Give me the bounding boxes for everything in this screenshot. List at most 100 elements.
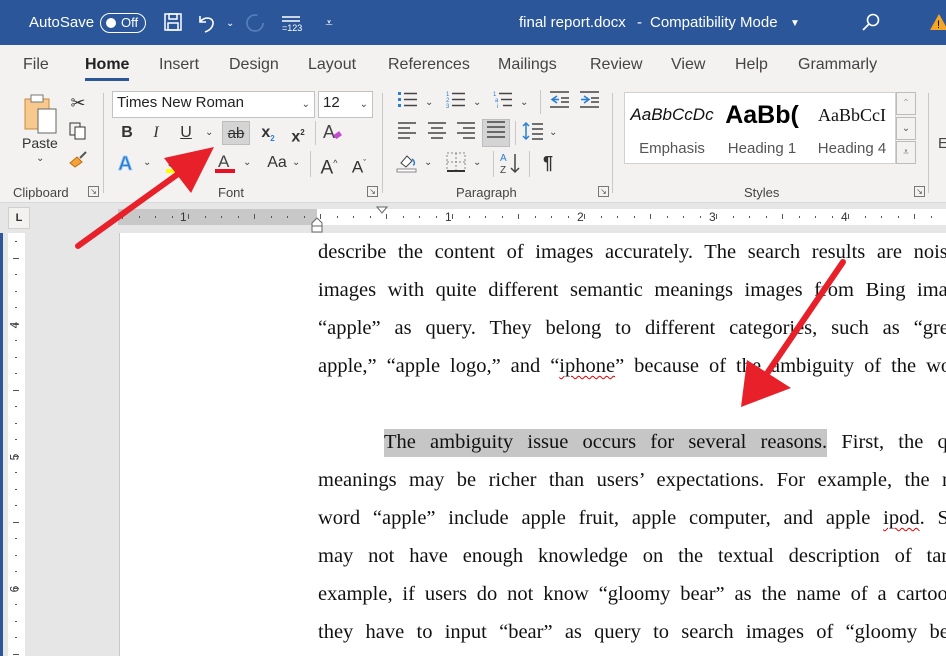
misspelled-word[interactable]: iphone	[559, 355, 615, 377]
borders-dropdown-icon[interactable]: ⌄	[473, 157, 481, 168]
numbering-dropdown-icon[interactable]: ⌄	[473, 97, 481, 108]
vertical-ruler[interactable]: 4 5 6	[7, 233, 25, 656]
paste-icon[interactable]	[22, 93, 60, 137]
shading-icon[interactable]	[394, 151, 420, 175]
text-line: they have to input “bear” as query to se…	[318, 621, 946, 643]
undo-dropdown-icon[interactable]: ⌄	[226, 18, 234, 29]
document-page[interactable]: describe the content of images accuratel…	[119, 233, 946, 656]
divider	[529, 151, 530, 177]
bullets-icon[interactable]	[395, 90, 421, 114]
customize-qat-icon[interactable]: ⩡	[318, 12, 340, 34]
underline-dropdown-icon[interactable]: ⌄	[205, 127, 213, 138]
ruler-tick	[13, 455, 19, 457]
cut-icon[interactable]: ✂	[65, 91, 91, 115]
show-formatting-marks-button[interactable]: ¶	[535, 151, 561, 175]
decrease-indent-icon[interactable]	[547, 90, 573, 114]
selected-text[interactable]: The ambiguity issue occurs for several r…	[384, 429, 828, 457]
tab-file[interactable]: File	[23, 56, 49, 74]
bullets-dropdown-icon[interactable]: ⌄	[425, 97, 433, 108]
style-heading-1[interactable]: AaBb( Heading 1	[717, 93, 807, 165]
increase-indent-icon[interactable]	[577, 90, 603, 114]
shrink-font-glyph: A	[351, 157, 364, 177]
align-right-icon[interactable]	[453, 121, 479, 145]
chevron-down-icon: ⌄	[359, 99, 368, 110]
font-name-dropdown[interactable]: Times New Roman ⌄	[112, 91, 315, 118]
title-dropdown-icon[interactable]: ▼	[790, 18, 800, 29]
underline-button[interactable]: U	[173, 121, 199, 145]
multilevel-dropdown-icon[interactable]: ⌄	[520, 97, 528, 108]
toggle-knob	[106, 18, 116, 28]
shading-dropdown-icon[interactable]: ⌄	[424, 157, 432, 168]
tab-selector[interactable]: L	[8, 207, 30, 229]
ruler-tick	[15, 356, 17, 358]
copy-icon[interactable]	[65, 121, 91, 145]
first-line-indent-marker[interactable]	[376, 206, 388, 216]
warning-icon[interactable]: !	[928, 12, 946, 34]
tab-mailings[interactable]: Mailings	[498, 56, 557, 74]
font-size-dropdown[interactable]: 12 ⌄	[318, 91, 373, 118]
tab-review[interactable]: Review	[590, 56, 642, 74]
grow-font-button[interactable]: A^	[316, 151, 342, 178]
align-left-icon[interactable]	[394, 121, 420, 145]
tab-design[interactable]: Design	[229, 56, 279, 74]
style-name: Emphasis	[639, 140, 705, 157]
clear-formatting-icon[interactable]: A	[320, 121, 346, 145]
justify-icon[interactable]	[482, 119, 510, 147]
highlight-color-icon[interactable]	[162, 151, 188, 175]
tab-references[interactable]: References	[388, 56, 470, 74]
clipboard-launcher-icon[interactable]: ↘	[88, 186, 99, 197]
styles-scroll-down[interactable]: ⌄	[896, 117, 916, 140]
paste-dropdown-icon[interactable]: ⌄	[36, 153, 44, 164]
search-icon[interactable]	[860, 12, 882, 34]
strikethrough-button[interactable]: ab	[222, 121, 250, 145]
autosave-toggle[interactable]: Off	[100, 13, 146, 33]
subscript-button[interactable]: x2	[255, 121, 281, 145]
styles-more-button[interactable]: ⩡	[896, 141, 916, 164]
tab-home[interactable]: Home	[85, 56, 130, 81]
undo-icon[interactable]	[196, 12, 218, 34]
line-spacing-icon[interactable]	[520, 121, 546, 145]
style-heading-4[interactable]: AaBbCcI Heading 4	[807, 93, 897, 165]
misspelled-word[interactable]: ipod	[883, 507, 919, 529]
borders-icon[interactable]	[443, 151, 469, 175]
ruler-number: 1	[180, 210, 187, 224]
change-case-dropdown-icon[interactable]: ⌄	[292, 157, 300, 168]
paste-button[interactable]: Paste	[22, 135, 58, 151]
tab-insert[interactable]: Insert	[159, 56, 199, 74]
multilevel-list-icon[interactable]: 1ai	[490, 90, 516, 114]
numbering-icon[interactable]: =123	[280, 12, 302, 34]
font-color-dropdown-icon[interactable]: ⌄	[243, 157, 251, 168]
shrink-font-button[interactable]: Aˇ	[346, 151, 372, 177]
font-color-icon[interactable]: A	[212, 151, 238, 175]
paragraph-launcher-icon[interactable]: ↘	[598, 186, 609, 197]
text-line: word “apple” include apple fruit, apple …	[318, 507, 946, 529]
bold-button[interactable]: B	[114, 121, 140, 145]
text-effects-dropdown-icon[interactable]: ⌄	[143, 157, 151, 168]
styles-launcher-icon[interactable]: ↘	[914, 186, 925, 197]
sort-icon[interactable]: AZ	[498, 151, 524, 176]
tab-help[interactable]: Help	[735, 56, 768, 74]
ruler-tick	[815, 216, 816, 218]
tab-grammarly[interactable]: Grammarly	[798, 56, 877, 74]
align-center-icon[interactable]	[424, 121, 450, 145]
format-painter-icon[interactable]	[65, 149, 91, 173]
document-body[interactable]: describe the content of images accuratel…	[318, 239, 946, 656]
font-launcher-icon[interactable]: ↘	[367, 186, 378, 197]
horizontal-ruler[interactable]: 1 1 2 3 4	[118, 206, 946, 233]
line-spacing-dropdown-icon[interactable]: ⌄	[549, 127, 557, 138]
italic-button[interactable]: I	[143, 121, 169, 145]
hanging-indent-marker[interactable]	[311, 217, 323, 233]
numbering-list-icon[interactable]: 123	[443, 90, 469, 114]
tab-layout[interactable]: Layout	[308, 56, 356, 74]
styles-scroll-up[interactable]: ⌃	[896, 92, 916, 115]
change-case-button[interactable]: Aa	[260, 151, 294, 175]
ruler-tick	[15, 373, 17, 374]
ruler-tick	[914, 214, 915, 219]
text-effects-icon[interactable]: A	[114, 151, 140, 176]
ruler-tick	[452, 214, 453, 219]
style-emphasis[interactable]: AaBbCcDc Emphasis	[627, 93, 717, 165]
save-icon[interactable]	[162, 12, 184, 34]
tab-view[interactable]: View	[671, 56, 705, 74]
compatibility-mode-label[interactable]: Compatibility Mode	[650, 14, 778, 31]
superscript-button[interactable]: x2	[285, 121, 311, 145]
